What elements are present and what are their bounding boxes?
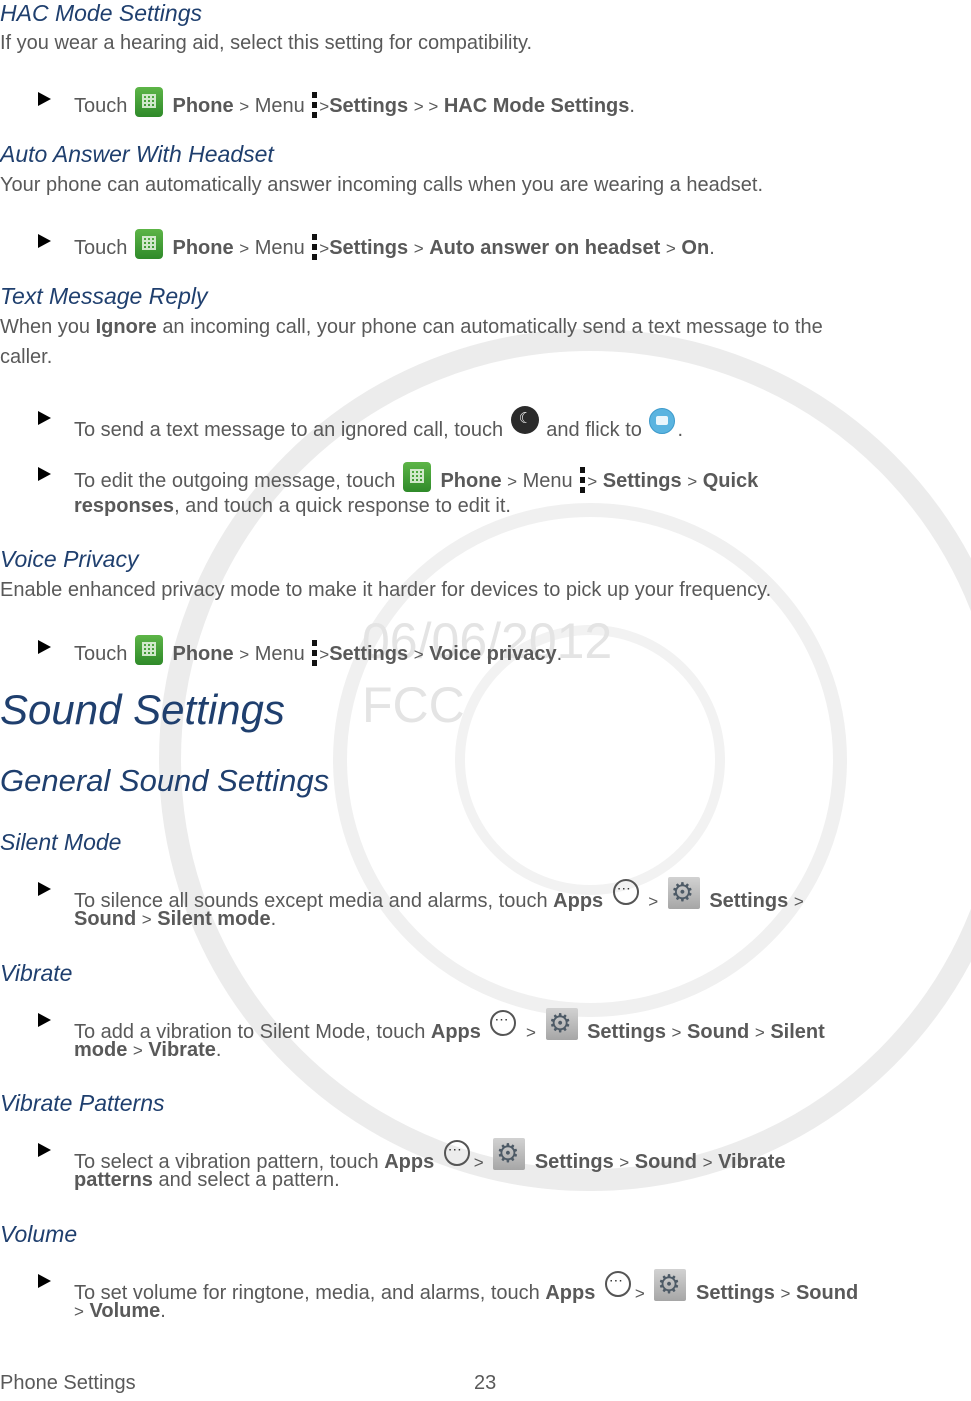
text-message-icon [649,408,676,434]
bullet-icon [38,467,51,481]
phone-app-icon [134,635,163,665]
bullet-icon [38,640,51,654]
bullet-icon [38,92,51,106]
menu-icon [312,234,318,260]
voice-privacy-description: Enable enhanced privacy mode to make it … [0,579,772,601]
text-reply-description: When you Ignore an incoming call, your p… [0,316,823,338]
page-number: 23 [474,1372,497,1394]
menu-icon [312,640,318,666]
apps-icon [490,1009,517,1036]
apps-icon [604,1270,631,1297]
vibrate-patterns-step-cont: patterns and select a pattern. [74,1169,340,1191]
phone-app-icon [134,87,163,117]
menu-icon [312,92,318,118]
watermark-agency: FCC [362,677,465,733]
hac-step: Touch Phone > Menu >Settings > > HAC Mod… [74,87,635,118]
settings-gear-icon [493,1138,526,1170]
settings-gear-icon [545,1008,578,1040]
settings-gear-icon [654,1269,687,1301]
bullet-icon [38,1143,51,1157]
ignore-call-icon [510,406,539,434]
hac-heading: HAC Mode Settings [0,0,202,26]
apps-icon [443,1139,470,1166]
vibrate-patterns-heading: Vibrate Patterns [0,1090,165,1116]
text-reply-step-edit-cont: responses, and touch a quick response to… [74,495,511,517]
vibrate-heading: Vibrate [0,960,73,986]
phone-app-icon [402,462,431,492]
voice-privacy-step: Touch Phone > Menu >Settings > Voice pri… [74,635,562,666]
bullet-icon [38,234,51,248]
hac-description: If you wear a hearing aid, select this s… [0,32,533,54]
bullet-icon [38,882,51,896]
auto-answer-heading: Auto Answer With Headset [0,141,274,167]
volume-heading: Volume [0,1221,78,1247]
sound-settings-heading: Sound Settings [0,686,285,733]
phone-app-icon [134,229,163,259]
auto-answer-description: Your phone can automatically answer inco… [0,174,764,196]
settings-gear-icon [667,877,700,909]
vibrate-step-cont: mode > Vibrate. [74,1039,222,1061]
silent-mode-heading: Silent Mode [0,829,122,855]
apps-icon [612,878,639,905]
bullet-icon [38,1274,51,1288]
bullet-icon [38,411,51,425]
text-reply-heading: Text Message Reply [0,283,208,309]
text-reply-step-send: To send a text message to an ignored cal… [74,406,683,442]
text-reply-step-edit: To edit the outgoing message, touch Phon… [74,462,758,493]
auto-answer-step: Touch Phone > Menu >Settings > Auto answ… [74,229,715,260]
volume-step-cont: > Volume. [74,1300,166,1322]
volume-step: To set volume for ringtone, media, and a… [74,1269,858,1305]
general-sound-heading: General Sound Settings [0,763,330,798]
text-reply-description-cont: caller. [0,346,53,368]
menu-icon [580,467,586,493]
voice-privacy-heading: Voice Privacy [0,546,139,572]
footer-section-name: Phone Settings [0,1372,136,1394]
silent-mode-step-cont: Sound > Silent mode. [74,908,277,930]
bullet-icon [38,1013,51,1027]
